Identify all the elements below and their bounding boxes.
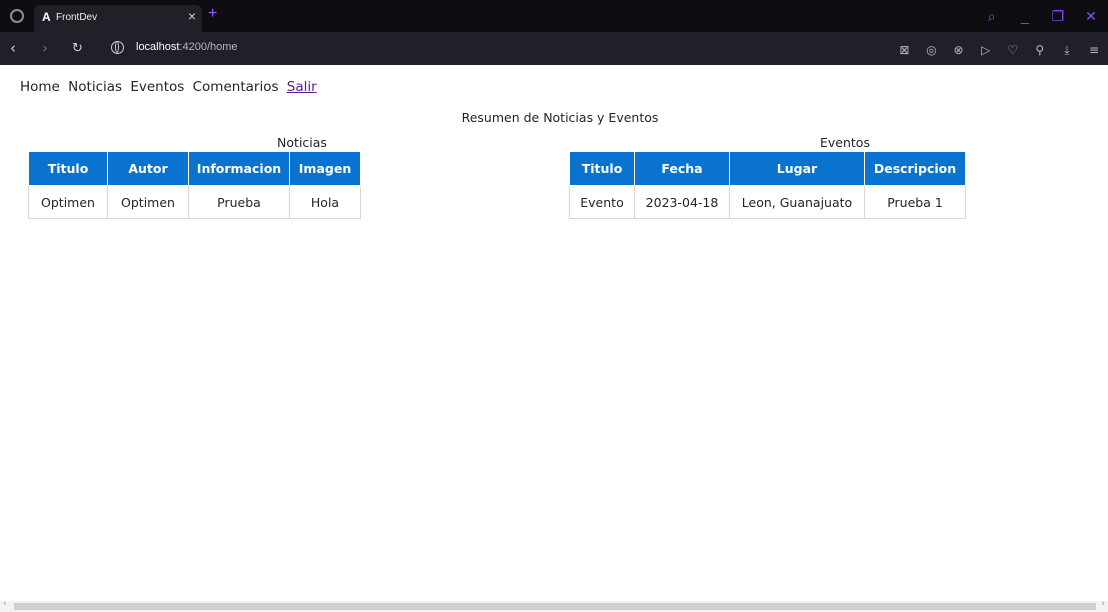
table-cell: Prueba 1 xyxy=(864,185,966,219)
url-field[interactable]: localhost:4200/home xyxy=(136,41,238,53)
send-icon[interactable]: ▷ xyxy=(978,43,994,57)
menu-icon[interactable]: ≡ xyxy=(1086,43,1102,57)
reload-icon[interactable]: ↻ xyxy=(72,41,83,56)
url-host: localhost xyxy=(136,41,180,53)
url-path: :4200/home xyxy=(179,41,238,53)
site-nav: Home Noticias Eventos Comentarios Salir xyxy=(20,79,321,95)
browser-logo-icon[interactable] xyxy=(10,9,24,23)
eventos-caption: Eventos xyxy=(820,135,870,150)
table-header-row: Titulo Autor Informacion Imagen xyxy=(28,151,361,186)
table-cell: 2023-04-18 xyxy=(634,185,730,219)
column-header: Lugar xyxy=(729,151,865,186)
scroll-right-icon[interactable]: › xyxy=(1101,599,1105,609)
favorites-icon[interactable]: ♡ xyxy=(1005,43,1021,57)
column-header: Autor xyxy=(107,151,189,186)
minimize-icon[interactable]: _ xyxy=(1014,8,1036,24)
table-cell: Evento xyxy=(569,185,635,219)
restore-icon[interactable]: ❐ xyxy=(1047,8,1069,25)
table-cell: Leon, Guanajuato xyxy=(729,185,865,219)
adblock-icon[interactable]: ⊗ xyxy=(951,43,967,57)
download-icon[interactable]: ⤓ xyxy=(1059,43,1075,58)
table-row: Evento 2023-04-18 Leon, Guanajuato Prueb… xyxy=(569,185,966,219)
column-header: Informacion xyxy=(188,151,290,186)
nav-salir-link[interactable]: Salir xyxy=(287,79,317,95)
nav-home-link[interactable]: Home xyxy=(20,79,60,95)
column-header: Imagen xyxy=(289,151,361,186)
window-controls: ⌕ _ ❐ ✕ xyxy=(975,6,1102,26)
table-cell: Optimen xyxy=(28,185,108,219)
eventos-table: Titulo Fecha Lugar Descripcion Evento 20… xyxy=(569,151,966,219)
column-header: Titulo xyxy=(569,151,635,186)
table-cell: Hola xyxy=(289,185,361,219)
page-title: Resumen de Noticias y Eventos xyxy=(461,110,659,125)
tab-close-icon[interactable]: × xyxy=(188,8,196,24)
table-header-row: Titulo Fecha Lugar Descripcion xyxy=(569,151,966,186)
browser-toolbar: ⊠ ◎ ⊗ ▷ ♡ ⚲ ⤓ ≡ xyxy=(890,39,1102,58)
scroll-left-icon[interactable]: ‹ xyxy=(3,599,7,609)
scrollbar-thumb[interactable] xyxy=(14,603,1096,610)
nav-comentarios-link[interactable]: Comentarios xyxy=(193,79,279,95)
snapshot-icon[interactable]: ◎ xyxy=(923,43,939,57)
site-info-icon[interactable] xyxy=(111,41,124,54)
tab-title: FrontDev xyxy=(56,12,98,23)
table-cell: Optimen xyxy=(107,185,189,219)
forward-icon[interactable]: › xyxy=(42,39,48,57)
column-header: Titulo xyxy=(28,151,108,186)
share-icon[interactable]: ⊠ xyxy=(896,43,912,57)
browser-tab-bar: A FrontDev × + ⌕ _ ❐ ✕ xyxy=(0,0,1108,32)
nav-eventos-link[interactable]: Eventos xyxy=(130,79,184,95)
new-tab-icon[interactable]: + xyxy=(208,5,217,23)
column-header: Fecha xyxy=(634,151,730,186)
noticias-table: Titulo Autor Informacion Imagen Optimen … xyxy=(28,151,361,219)
back-icon[interactable]: ‹ xyxy=(10,39,16,57)
angular-logo-icon: A xyxy=(42,10,51,24)
profile-icon[interactable]: ⚲ xyxy=(1032,43,1048,57)
column-header: Descripcion xyxy=(864,151,966,186)
page-content: Home Noticias Eventos Comentarios Salir … xyxy=(0,65,1108,612)
browser-tab[interactable]: A FrontDev × xyxy=(34,5,202,32)
close-window-icon[interactable]: ✕ xyxy=(1080,8,1102,25)
table-cell: Prueba xyxy=(188,185,290,219)
nav-noticias-link[interactable]: Noticias xyxy=(68,79,122,95)
noticias-caption: Noticias xyxy=(277,135,327,150)
search-tabs-icon[interactable]: ⌕ xyxy=(981,8,1003,25)
address-bar: ‹ › ↻ localhost:4200/home ⊠ ◎ ⊗ ▷ ♡ ⚲ ⤓ … xyxy=(0,32,1108,65)
horizontal-scrollbar[interactable]: ‹ › xyxy=(0,599,1108,612)
table-row: Optimen Optimen Prueba Hola xyxy=(28,185,361,219)
